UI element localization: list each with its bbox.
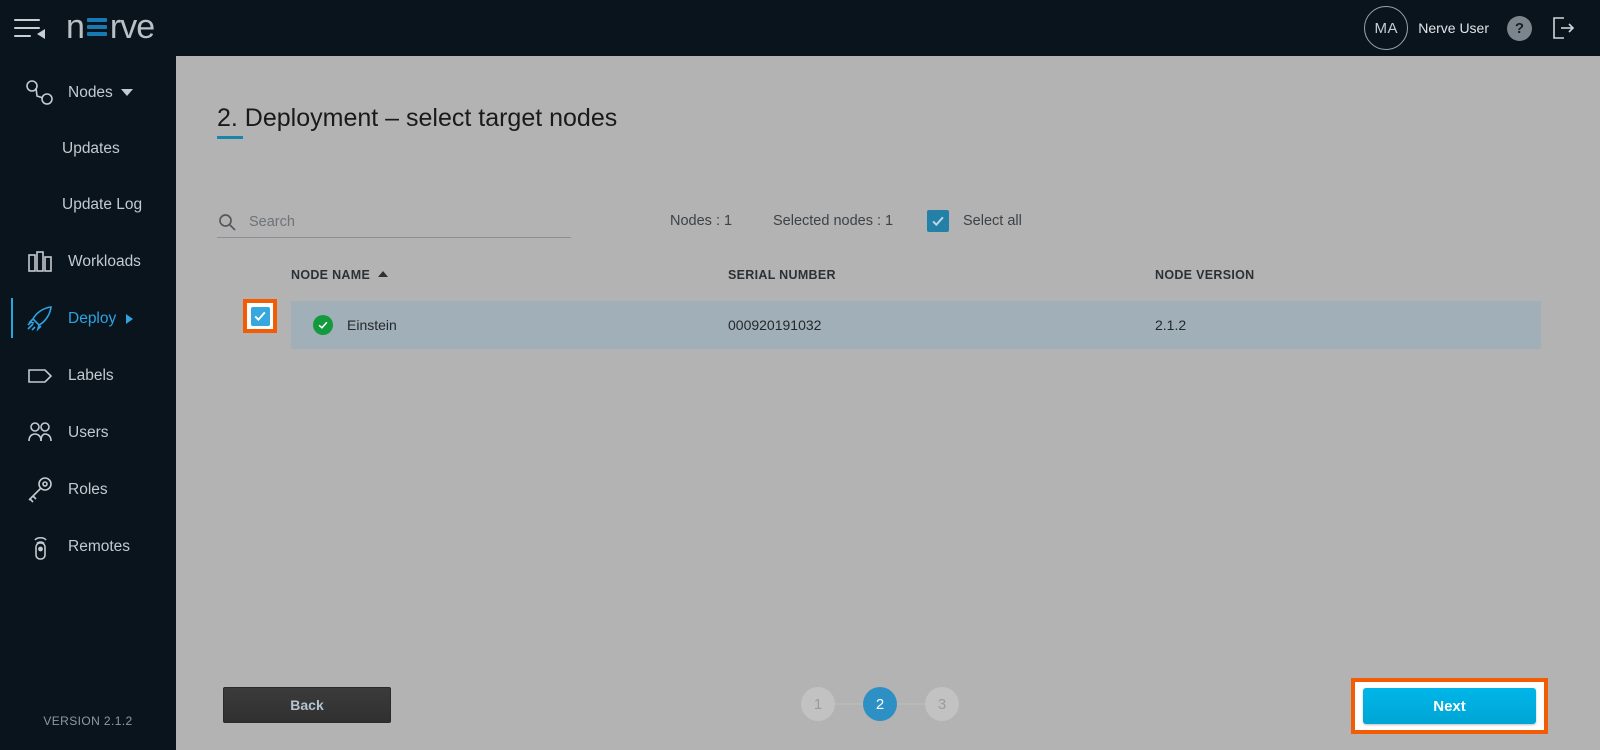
sidebar-item-roles[interactable]: Roles <box>0 461 176 518</box>
sidebar-item-label: Nodes <box>68 83 113 101</box>
key-icon <box>22 475 58 505</box>
help-icon[interactable]: ? <box>1507 15 1532 41</box>
wizard-stepper: 1 2 3 <box>801 687 959 721</box>
sidebar-item-remotes[interactable]: Remotes <box>0 518 176 575</box>
step-2[interactable]: 2 <box>863 687 897 721</box>
sidebar-item-update-log[interactable]: Update Log <box>0 177 176 233</box>
workloads-icon <box>22 247 58 277</box>
next-button-annotation: Next <box>1351 678 1548 734</box>
tag-icon <box>22 361 58 391</box>
next-button[interactable]: Next <box>1363 688 1536 724</box>
sidebar-item-users[interactable]: Users <box>0 404 176 461</box>
back-button[interactable]: Back <box>223 687 391 723</box>
step-connector <box>897 703 925 705</box>
nodes-icon <box>22 78 58 108</box>
table-toolbar: Nodes : 1 Selected nodes : 1 Select all <box>217 206 1557 246</box>
logo-text-right: rve <box>109 8 155 46</box>
hamburger-line <box>14 19 40 21</box>
row-checkbox-annotation <box>243 299 277 333</box>
hamburger-caret <box>37 29 45 39</box>
sidebar-item-label: Workloads <box>68 252 141 270</box>
sort-ascending-icon <box>378 271 389 277</box>
hamburger-line <box>14 35 31 37</box>
sidebar-item-workloads[interactable]: Workloads <box>0 233 176 290</box>
sidebar-item-nodes[interactable]: Nodes <box>0 64 176 121</box>
user-name: Nerve User <box>1418 20 1489 36</box>
search-input[interactable] <box>249 213 549 230</box>
nodes-count: Nodes : 1 <box>670 213 733 229</box>
chevron-down-icon <box>120 89 133 96</box>
hamburger-menu-icon[interactable] <box>14 13 48 43</box>
app-root: n rve MA Nerve User ? Nodes Updates Upda… <box>0 0 1600 750</box>
select-all-label: Select all <box>963 213 1022 229</box>
logo-e-icon <box>86 15 107 39</box>
table-header: NODE NAME SERIAL NUMBER NODE VERSION <box>291 268 1581 292</box>
cell-node-version: 2.1.2 <box>1155 317 1187 333</box>
sidebar-item-label: Update Log <box>62 196 143 213</box>
status-online-icon <box>313 315 333 335</box>
step-1[interactable]: 1 <box>801 687 835 721</box>
sidebar-item-label: Roles <box>68 480 108 498</box>
main-content: 2. Deployment – select target nodes Node… <box>176 56 1600 750</box>
nerve-logo: n rve <box>66 8 155 46</box>
rocket-icon <box>22 304 58 334</box>
sidebar-item-updates[interactable]: Updates <box>0 121 176 177</box>
sidebar-item-label: Users <box>68 423 109 441</box>
sidebar-item-deploy[interactable]: Deploy <box>0 290 176 347</box>
selected-nodes-count: Selected nodes : 1 <box>773 213 894 229</box>
sidebar-nav: Nodes Updates Update Log Workloads Deplo… <box>0 56 176 575</box>
select-all-checkbox[interactable] <box>927 210 949 232</box>
remote-icon <box>22 532 58 562</box>
search-icon <box>217 212 237 232</box>
sidebar-item-label: Updates <box>62 140 120 157</box>
top-bar-right: MA Nerve User ? <box>1364 6 1600 50</box>
cell-serial-number: 000920191032 <box>728 317 822 333</box>
sidebar-item-label: Deploy <box>68 309 117 327</box>
search-box[interactable] <box>217 206 571 238</box>
page-title: 2. Deployment – select target nodes <box>217 104 618 132</box>
select-all-control[interactable]: Select all <box>927 210 1022 232</box>
sidebar-item-label: Remotes <box>68 537 131 555</box>
row-checkbox[interactable] <box>250 306 270 326</box>
page-title-underline <box>217 136 243 139</box>
users-icon <box>22 418 58 448</box>
chevron-right-icon <box>126 313 134 324</box>
cell-node-name: Einstein <box>347 317 397 333</box>
column-header-node-version[interactable]: NODE VERSION <box>1155 268 1254 282</box>
step-3[interactable]: 3 <box>925 687 959 721</box>
logout-icon[interactable] <box>1550 15 1576 41</box>
sidebar-item-label: Labels <box>68 366 114 384</box>
column-header-node-name[interactable]: NODE NAME <box>291 268 389 282</box>
sidebar-version: VERSION 2.1.2 <box>43 714 133 728</box>
step-connector <box>835 703 863 705</box>
column-header-label: NODE NAME <box>291 268 371 282</box>
sidebar: Nodes Updates Update Log Workloads Deplo… <box>0 56 176 750</box>
sidebar-item-labels[interactable]: Labels <box>0 347 176 404</box>
logo-text-left: n <box>66 8 85 46</box>
top-bar: n rve MA Nerve User ? <box>0 0 1600 56</box>
avatar[interactable]: MA <box>1364 6 1409 50</box>
column-header-serial-number[interactable]: SERIAL NUMBER <box>728 268 836 282</box>
table-row[interactable]: Einstein 000920191032 2.1.2 <box>291 301 1541 349</box>
